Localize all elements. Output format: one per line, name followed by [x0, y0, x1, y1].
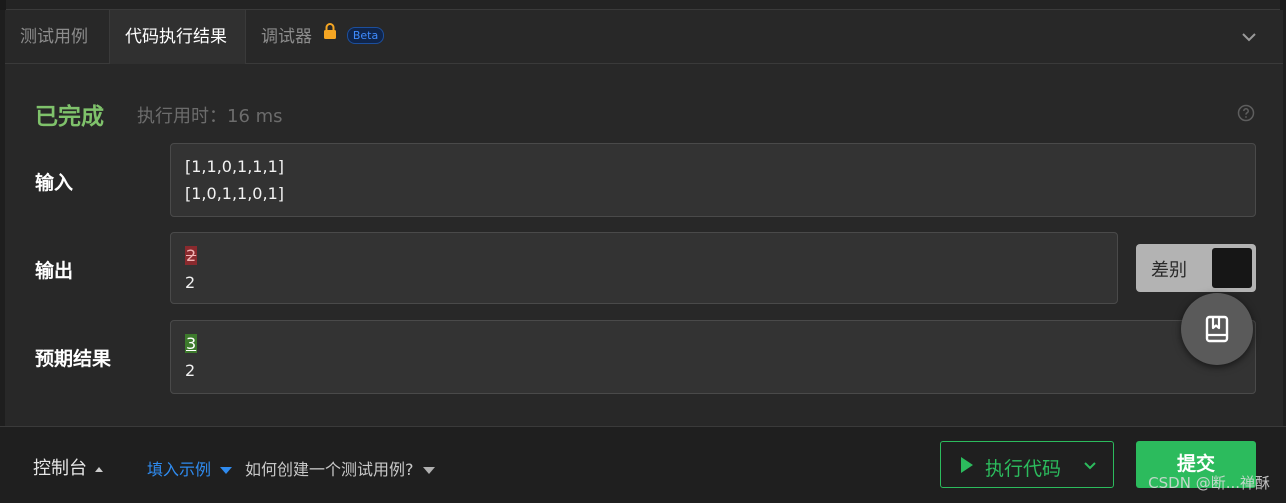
runtime-text: 执行用时：16 ms	[137, 106, 283, 127]
output-label: 输出	[35, 260, 74, 282]
caret-up-icon	[95, 466, 103, 472]
expected-diff-added: 3	[185, 334, 198, 353]
tab-debugger[interactable]: 调试器 Beta	[246, 10, 416, 64]
fill-example-label: 填入示例	[147, 460, 212, 479]
howto-dropdown[interactable]: 如何创建一个测试用例?	[245, 456, 435, 480]
diff-toggle-knob[interactable]	[1212, 248, 1252, 288]
result-panel: 已完成 执行用时：16 ms 输入 [1,1,0,1,1,1] [1,0,1,1…	[5, 64, 1283, 426]
input-box: [1,1,0,1,1,1] [1,0,1,1,0,1]	[170, 143, 1256, 217]
tab-testcase[interactable]: 测试用例	[5, 10, 109, 64]
beta-badge: Beta	[346, 26, 385, 44]
diff-toggle[interactable]: 差别	[1136, 244, 1256, 292]
play-icon	[961, 457, 973, 473]
question-circle-icon[interactable]	[1237, 104, 1255, 122]
chevron-down-icon[interactable]	[1240, 28, 1258, 46]
output-box: 2 2	[170, 232, 1118, 304]
output-value: 2	[185, 273, 196, 292]
lock-icon	[323, 8, 337, 62]
tab-bar: 测试用例 代码执行结果 调试器 Beta	[5, 10, 1283, 64]
bottom-bar: 控制台 填入示例 如何创建一个测试用例? 执行代码 提交 CSDN @断...禅…	[0, 426, 1286, 503]
console-toggle[interactable]: 控制台	[33, 454, 103, 480]
expected-label: 预期结果	[35, 348, 112, 370]
caret-down-icon	[422, 467, 435, 474]
expected-box: 3 2	[170, 320, 1256, 394]
tab-testcase-label: 测试用例	[20, 27, 88, 47]
caret-down-icon	[220, 467, 233, 474]
run-code-label: 执行代码	[985, 458, 1062, 480]
tab-result-label: 代码执行结果	[125, 27, 227, 47]
input-line: [1,1,0,1,1,1]	[185, 157, 284, 176]
top-strip	[0, 0, 1286, 10]
floating-notes-button[interactable]	[1181, 293, 1253, 365]
expected-value: 2	[185, 361, 196, 380]
input-line: [1,0,1,1,0,1]	[185, 184, 284, 203]
status-text: 已完成	[35, 104, 104, 130]
howto-label: 如何创建一个测试用例?	[245, 460, 414, 479]
chevron-down-icon[interactable]	[1082, 457, 1098, 479]
watermark: CSDN @断...禅酥	[1148, 474, 1270, 492]
run-code-button[interactable]: 执行代码	[940, 441, 1114, 488]
diff-toggle-label: 差别	[1151, 260, 1187, 281]
output-diff-removed: 2	[185, 246, 198, 265]
tab-debugger-label: 调试器	[261, 27, 312, 47]
console-label: 控制台	[33, 458, 87, 479]
fill-example-dropdown[interactable]: 填入示例	[147, 456, 233, 480]
tab-result[interactable]: 代码执行结果	[109, 10, 246, 64]
input-label: 输入	[35, 172, 74, 194]
